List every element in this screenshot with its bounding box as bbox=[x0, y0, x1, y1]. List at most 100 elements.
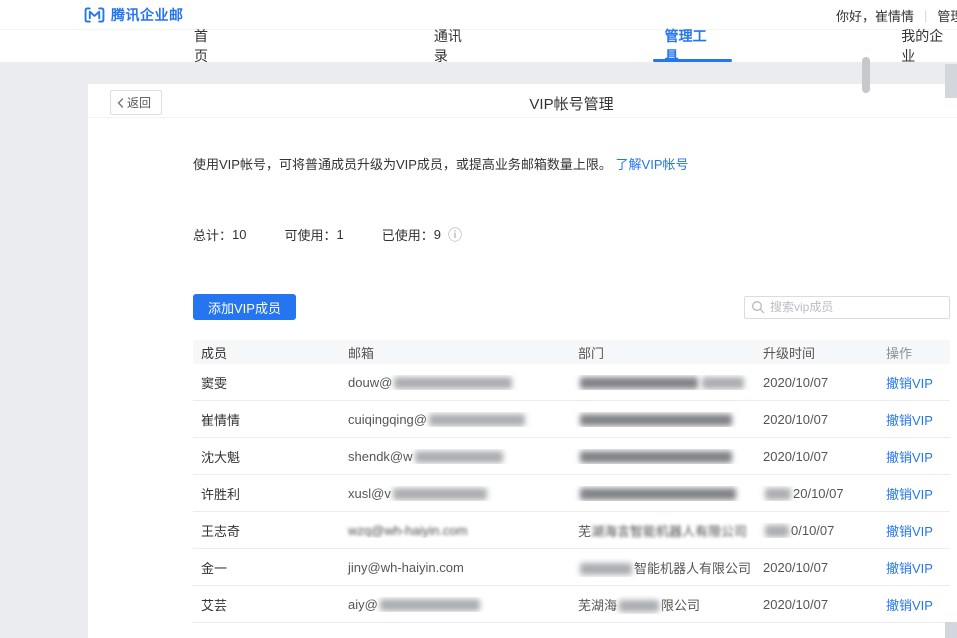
window-scrollbar-thumb[interactable] bbox=[945, 64, 957, 98]
app-logo[interactable]: 腾讯企业邮 bbox=[84, 5, 184, 25]
member-name: 窦雯 bbox=[193, 373, 340, 392]
stat-available-value: 1 bbox=[337, 227, 344, 242]
action-cell: 撤销VIP bbox=[878, 373, 950, 392]
cell-text: 2020/10/07 bbox=[763, 412, 828, 427]
redacted-blur bbox=[429, 414, 525, 426]
stat-used-value: 9 bbox=[434, 227, 441, 242]
search-box[interactable] bbox=[744, 296, 950, 319]
redacted-blur bbox=[580, 563, 632, 575]
member-name: 许胜利 bbox=[193, 484, 340, 503]
member-department bbox=[570, 449, 755, 464]
member-name: 沈大魁 bbox=[193, 447, 340, 466]
exmail-logo-icon bbox=[84, 7, 105, 23]
cell-text: 限公司 bbox=[661, 598, 700, 613]
tab-my-company[interactable]: 我的企业 bbox=[901, 30, 957, 62]
cell-text: aiy@ bbox=[348, 597, 378, 612]
stat-used-label: 已使用： bbox=[382, 225, 434, 244]
tab-home[interactable]: 首页 bbox=[194, 30, 222, 62]
upgrade-date: 2020/10/07 bbox=[755, 597, 878, 612]
table-row: 窦雯 douw@ 2020/10/07 撤销VIP bbox=[193, 364, 950, 401]
cell-text: xusl@v bbox=[348, 486, 391, 501]
member-name: 崔情情 bbox=[193, 410, 340, 429]
upgrade-date: 20/10/07 bbox=[755, 486, 878, 501]
back-button[interactable]: 返回 bbox=[110, 90, 162, 115]
add-vip-button[interactable]: 添加VIP成员 bbox=[193, 294, 296, 320]
redacted-blur bbox=[380, 599, 480, 611]
cell-text: cuiqingqing@ bbox=[348, 412, 427, 427]
redacted-blur bbox=[393, 488, 487, 500]
description-text: 使用VIP帐号，可将普通成员升级为VIP成员，或提高业务邮箱数量上限。 bbox=[193, 157, 612, 172]
stat-used: 已使用： 9 ⓘ bbox=[382, 225, 462, 244]
page-title: VIP帐号管理 bbox=[193, 93, 950, 114]
redacted-blur bbox=[702, 377, 744, 389]
redacted-blur bbox=[580, 451, 732, 463]
inner-scrollbar-thumb[interactable] bbox=[862, 57, 870, 93]
redacted-blur bbox=[765, 488, 791, 500]
action-cell: 撤销VIP bbox=[878, 410, 950, 429]
revoke-vip-link[interactable]: 撤销VIP bbox=[886, 524, 933, 539]
upgrade-date: 2020/10/07 bbox=[755, 560, 878, 575]
cell-text: 2020/10/07 bbox=[763, 560, 828, 575]
table-toolbar: 添加VIP成员 bbox=[193, 294, 950, 320]
member-department: 智能机器人有限公司 bbox=[570, 558, 755, 577]
learn-vip-link[interactable]: 了解VIP帐号 bbox=[616, 157, 689, 172]
page-background: 返回 VIP帐号管理 使用VIP帐号，可将普通成员升级为VIP成员，或提高业务邮… bbox=[0, 62, 957, 638]
logo-text: 腾讯企业邮 bbox=[111, 5, 184, 25]
revoke-vip-link[interactable]: 撤销VIP bbox=[886, 450, 933, 465]
upgrade-date: 2020/10/07 bbox=[755, 375, 878, 390]
revoke-vip-link[interactable]: 撤销VIP bbox=[886, 561, 933, 576]
chevron-left-icon bbox=[117, 98, 124, 108]
revoke-vip-link[interactable]: 撤销VIP bbox=[886, 487, 933, 502]
cell-text: 2020/10/07 bbox=[763, 449, 828, 464]
admin-link[interactable]: 管理企业 bbox=[937, 6, 957, 25]
redacted-blur bbox=[765, 525, 789, 537]
col-header-member: 成员 bbox=[193, 343, 340, 362]
member-email: cuiqingqing@ bbox=[340, 412, 570, 427]
col-header-upgrade-time: 升级时间 bbox=[755, 343, 878, 362]
member-department bbox=[570, 486, 755, 501]
table-row: 艾芸aiy@芜湖海限公司2020/10/07撤销VIP bbox=[193, 586, 950, 623]
upgrade-date: 0/10/07 bbox=[755, 523, 878, 538]
member-department: 芜湖海言智能机器人有限公司 bbox=[570, 521, 755, 540]
revoke-vip-link[interactable]: 撤销VIP bbox=[886, 598, 933, 613]
table-row: 崔情情 cuiqingqing@ 2020/10/07 撤销VIP bbox=[193, 401, 950, 438]
cell-text: 2020/10/07 bbox=[763, 375, 828, 390]
table-row: 沈大魁 shendk@w 2020/10/07 撤销VIP bbox=[193, 438, 950, 475]
tab-admin-tools[interactable]: 管理工具 bbox=[665, 30, 721, 62]
action-cell: 撤销VIP bbox=[878, 447, 950, 466]
upgrade-date: 2020/10/07 bbox=[755, 449, 878, 464]
redacted-blur bbox=[580, 414, 732, 426]
member-name: 王志奇 bbox=[193, 521, 340, 540]
topbar: 腾讯企业邮 你好，崔情情 | 管理企业 bbox=[0, 0, 957, 30]
revoke-vip-link[interactable]: 撤销VIP bbox=[886, 376, 933, 391]
stat-available: 可使用： 1 bbox=[284, 225, 343, 244]
card-content: 使用VIP帐号，可将普通成员升级为VIP成员，或提高业务邮箱数量上限。 了解VI… bbox=[193, 154, 950, 623]
redacted-blur bbox=[394, 377, 512, 389]
vip-table: 成员 邮箱 部门 升级时间 操作 窦雯douw@2020/10/07撤销VIP崔… bbox=[193, 340, 950, 623]
separator: | bbox=[924, 8, 927, 23]
cell-text: shendk@w bbox=[348, 449, 413, 464]
cell-text: douw@ bbox=[348, 375, 392, 390]
revoke-vip-link[interactable]: 撤销VIP bbox=[886, 413, 933, 428]
stat-available-label: 可使用： bbox=[284, 225, 336, 244]
vip-table-body: 窦雯 douw@ 2020/10/07 撤销VIP 崔情情 cuiqingqing@ 202… bbox=[193, 364, 950, 623]
cell-text: 芜湖海 bbox=[578, 598, 617, 613]
cell-text: 0/10/07 bbox=[791, 523, 834, 538]
member-email: jiny@wh-haiyin.com bbox=[340, 560, 570, 575]
vip-description: 使用VIP帐号，可将普通成员升级为VIP成员，或提高业务邮箱数量上限。 了解VI… bbox=[193, 154, 950, 173]
stat-total-value: 10 bbox=[232, 227, 246, 242]
member-name: 金一 bbox=[193, 558, 340, 577]
table-header-row: 成员 邮箱 部门 升级时间 操作 bbox=[193, 340, 950, 364]
redacted-blur bbox=[580, 488, 736, 500]
cell-text: jiny@wh-haiyin.com bbox=[348, 560, 464, 575]
search-input[interactable] bbox=[770, 300, 943, 314]
redacted-blur bbox=[415, 451, 503, 463]
info-icon[interactable]: ⓘ bbox=[448, 228, 462, 242]
tab-contacts[interactable]: 通讯录 bbox=[434, 30, 476, 62]
action-cell: 撤销VIP bbox=[878, 521, 950, 540]
member-email: shendk@w bbox=[340, 449, 570, 464]
greeting-text: 你好，崔情情 bbox=[836, 6, 914, 25]
redacted-text: 湖海言智能机器人有限公司 bbox=[591, 524, 747, 539]
member-email: douw@ bbox=[340, 375, 570, 390]
member-email: aiy@ bbox=[340, 597, 570, 612]
